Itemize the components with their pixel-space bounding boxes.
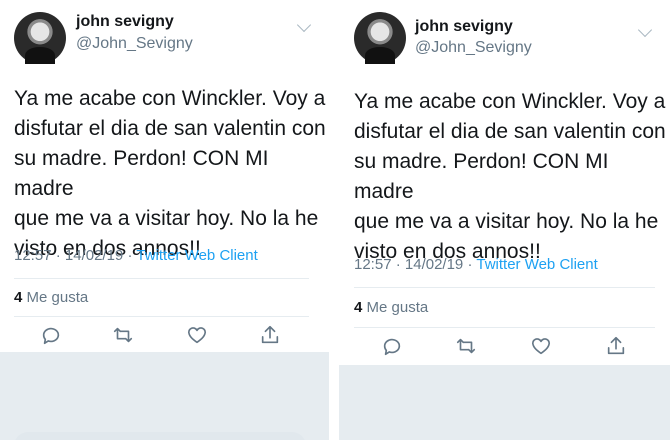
divider xyxy=(14,316,309,317)
share-icon[interactable] xyxy=(605,335,627,357)
likes-label: Me gusta xyxy=(366,299,429,316)
user-handle[interactable]: @John_Sevigny xyxy=(76,35,193,53)
retweet-icon[interactable] xyxy=(455,335,477,357)
meta-separator: · xyxy=(395,256,401,273)
client-link[interactable]: Twitter Web Client xyxy=(476,256,597,273)
avatar[interactable] xyxy=(354,12,406,64)
likes-count[interactable]: 4 Me gusta xyxy=(354,299,428,316)
reply-icon[interactable] xyxy=(40,324,62,346)
tweet-time: 12:57 xyxy=(14,247,52,264)
tweet-text-line: disfutar el dia de san valentin con xyxy=(14,117,326,140)
heart-icon[interactable] xyxy=(530,335,552,357)
tweet-meta: 12:57 · 14/02/19 · Twitter Web Client xyxy=(354,256,598,273)
avatar[interactable] xyxy=(14,12,66,64)
tweet-text-line: su madre. Perdon! CON MI madre xyxy=(14,147,269,200)
user-name[interactable]: john sevigny xyxy=(415,18,513,36)
likes-number: 4 xyxy=(354,299,363,316)
tweet-text-line: su madre. Perdon! CON MI madre xyxy=(354,150,609,203)
user-handle[interactable]: @John_Sevigny xyxy=(415,39,532,57)
reply-icon[interactable] xyxy=(381,335,403,357)
client-link[interactable]: Twitter Web Client xyxy=(136,247,257,264)
tweet-text-line: que me va a visitar hoy. No la he xyxy=(354,210,659,233)
meta-separator: · xyxy=(467,256,473,273)
likes-number: 4 xyxy=(14,289,23,306)
chevron-down-icon[interactable] xyxy=(296,17,312,33)
meta-separator: · xyxy=(127,247,133,264)
meta-separator: · xyxy=(55,247,61,264)
tweet-screenshot-left: john sevigny @John_Sevigny Ya me acabe c… xyxy=(0,0,329,440)
likes-label: Me gusta xyxy=(26,289,89,306)
likes-count[interactable]: 4 Me gusta xyxy=(14,289,88,306)
tweet-time: 12:57 xyxy=(354,256,392,273)
chevron-down-icon[interactable] xyxy=(637,22,653,38)
tweet-text-line: disfutar el dia de san valentin con xyxy=(354,120,666,143)
tweet-text: Ya me acabe con Winckler. Voy a disfutar… xyxy=(354,87,670,267)
tweet-text: Ya me acabe con Winckler. Voy a disfutar… xyxy=(14,84,329,264)
tweet-date: 14/02/19 xyxy=(64,247,124,264)
heart-icon[interactable] xyxy=(186,324,208,346)
divider xyxy=(354,287,655,288)
divider xyxy=(14,278,309,279)
tweet-text-line: que me va a visitar hoy. No la he xyxy=(14,207,319,230)
retweet-icon[interactable] xyxy=(112,324,134,346)
tweet-screenshot-right: john sevigny @John_Sevigny Ya me acabe c… xyxy=(339,0,670,440)
feed-gap xyxy=(339,365,670,440)
tweet-date: 14/02/19 xyxy=(404,256,464,273)
feed-gap xyxy=(0,352,329,440)
user-name[interactable]: john sevigny xyxy=(76,13,174,31)
share-icon[interactable] xyxy=(259,324,281,346)
tweet-text-line: Ya me acabe con Winckler. Voy a xyxy=(354,90,666,113)
reply-bar[interactable] xyxy=(14,432,306,440)
divider xyxy=(354,327,655,328)
tweet-text-line: Ya me acabe con Winckler. Voy a xyxy=(14,87,326,110)
panel-gap xyxy=(329,0,339,440)
tweet-meta: 12:57 · 14/02/19 · Twitter Web Client xyxy=(14,247,258,264)
